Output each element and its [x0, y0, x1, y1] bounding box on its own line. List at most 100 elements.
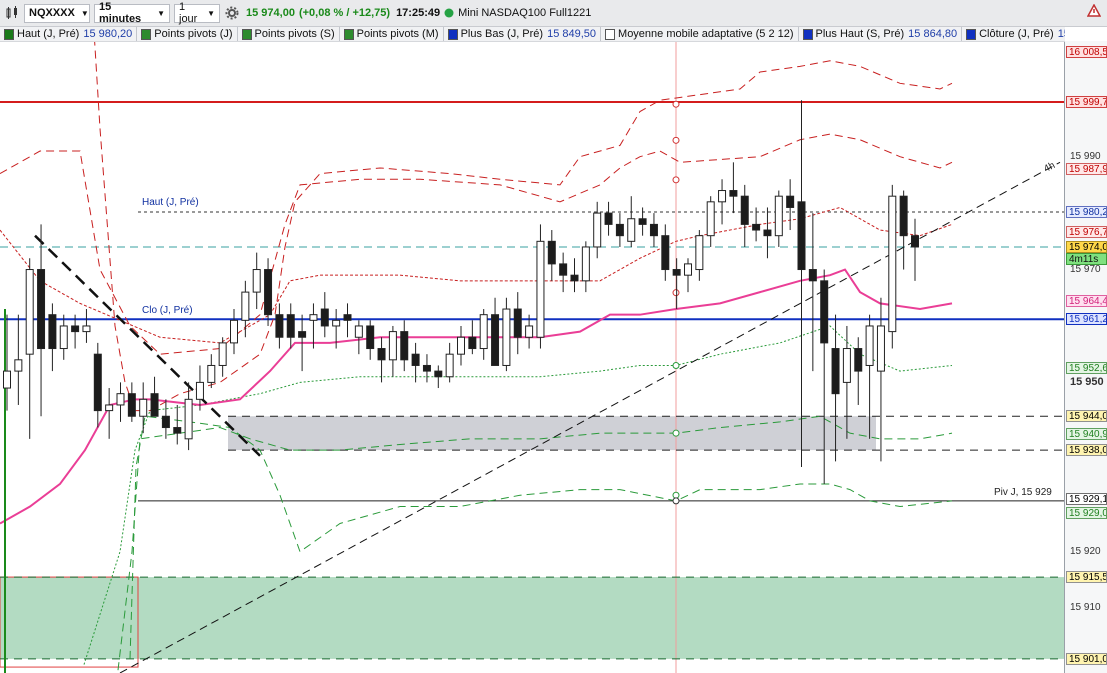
support-zone-gray	[228, 416, 876, 451]
legend-value: 15 980,20	[83, 28, 133, 40]
candle-body	[593, 212, 602, 248]
symbol-label: NQXXXX	[29, 7, 75, 19]
period-selector[interactable]: 1 jour ▼	[174, 1, 220, 25]
upper-band-inner	[0, 133, 953, 355]
candle-body	[513, 308, 522, 338]
pivot-marker	[672, 429, 680, 437]
candle-body	[842, 348, 851, 383]
candle-body	[354, 325, 363, 338]
price-marker-label: 15 938,0	[1066, 444, 1107, 457]
candle-body	[320, 308, 329, 327]
candle-body	[570, 274, 579, 282]
pivot-marker	[672, 100, 680, 108]
legend-swatch-icon	[343, 28, 354, 40]
candle-body	[854, 348, 863, 372]
chart-toolbar: NQXXXX ▼ 15 minutes ▼ 1 jour ▼ 15 974,00 (+…	[0, 0, 1107, 27]
candle-body	[649, 223, 658, 237]
price-chart[interactable]	[0, 0, 1107, 673]
price-marker-label: 15 929,0	[1066, 506, 1107, 519]
legend-label: Points pivots (M)	[356, 28, 439, 40]
interval-label: 15 minutes	[99, 1, 142, 25]
candle-body	[37, 269, 46, 350]
legend-item[interactable]: Points pivots (J)	[137, 27, 238, 41]
legend-item[interactable]: Points pivots (S)	[238, 27, 340, 41]
legend-item[interactable]: Haut (J, Pré) 15 980,20	[0, 27, 138, 41]
alert-icon[interactable]	[1086, 3, 1102, 21]
candle-body	[445, 353, 454, 378]
candle-body	[479, 314, 488, 350]
price-marker-label: 15 961,2	[1066, 313, 1107, 326]
symbol-selector[interactable]: NQXXXX ▼	[24, 3, 90, 23]
candle-body	[14, 359, 23, 372]
candle-body	[911, 235, 919, 248]
candle-body	[808, 269, 817, 282]
candle-body	[706, 201, 715, 237]
legend-item[interactable]: Moyenne mobile adaptative (5 2 12)	[601, 27, 799, 41]
candle-body	[93, 353, 102, 412]
interval-selector[interactable]: 15 minutes ▼	[94, 1, 170, 25]
legend-item[interactable]: Clôture (J, Pré)15 961,2	[962, 27, 1065, 41]
legend-label: Points pivots (J)	[154, 28, 233, 40]
price-tick-label: 15 920	[1070, 545, 1101, 557]
candle-body	[59, 325, 68, 350]
candle-body	[207, 364, 216, 383]
candle-body	[230, 319, 238, 344]
status-dot-icon	[444, 4, 454, 22]
price-marker-label: 15 915,5	[1066, 571, 1107, 584]
candle-body	[82, 325, 91, 333]
bar-countdown: 4m11s	[1066, 252, 1107, 265]
legend-swatch-icon	[4, 28, 14, 40]
candle-body	[127, 393, 136, 417]
legend-item[interactable]: Plus Bas (J, Pré) 15 849,50	[444, 27, 602, 41]
price-marker-label: 15 944,0	[1066, 410, 1107, 423]
candle-body	[559, 263, 568, 276]
legend-swatch-icon	[802, 28, 813, 40]
period-label: 1 jour	[179, 1, 198, 25]
price-marker-label: 15 976,7	[1066, 225, 1107, 238]
instrument-name: Mini NASDAQ100 Full1221	[458, 7, 592, 19]
candle-body	[502, 308, 511, 366]
price-tick-label: 15 990	[1070, 150, 1101, 162]
candle-body	[661, 235, 670, 271]
chart-type-icon[interactable]	[4, 4, 20, 22]
candle-body	[786, 195, 795, 208]
candle-body	[298, 331, 307, 338]
legend-label: Haut (J, Pré)	[17, 28, 80, 40]
candle-body	[729, 190, 738, 197]
pivot-marker	[672, 497, 680, 505]
candle-body	[105, 404, 114, 412]
price-marker-label: 15 901,0	[1066, 652, 1107, 665]
price-marker-label: 15 940,9	[1066, 427, 1107, 440]
last-price: 15 974,00	[246, 7, 295, 19]
candle-body	[638, 218, 647, 225]
prev-high-label: Haut (J, Pré)	[142, 196, 199, 208]
candle-body	[309, 314, 318, 321]
candle-body	[3, 370, 11, 389]
candle-body	[218, 342, 227, 366]
candle-body	[627, 218, 636, 242]
legend-item[interactable]: Points pivots (M)	[340, 27, 444, 41]
price-tick-label: 15 970	[1070, 263, 1101, 275]
candle-body	[831, 348, 840, 395]
pivot-marker	[672, 289, 680, 297]
candle-body	[615, 223, 624, 237]
pivot-label: Piv J, 15 929	[994, 486, 1052, 498]
legend-swatch-icon	[447, 28, 458, 40]
candle-body	[797, 201, 806, 271]
candle-body	[865, 325, 874, 366]
legend-swatch-icon	[141, 28, 152, 40]
candle-body	[48, 314, 57, 350]
chevron-down-icon: ▼	[207, 8, 215, 18]
price-marker-label: 15 999,7	[1066, 95, 1107, 108]
price-marker-label: 15 987,9	[1066, 162, 1107, 175]
pivot-marker	[672, 491, 680, 499]
candle-body	[150, 393, 159, 417]
candle-body	[184, 398, 193, 440]
candle-body	[139, 398, 148, 417]
candle-body	[888, 195, 897, 333]
settings-icon[interactable]	[224, 4, 240, 22]
candle-body	[457, 336, 465, 355]
candle-body	[899, 195, 908, 237]
legend-item[interactable]: Plus Haut (S, Pré) 15 864,80	[799, 27, 963, 41]
candle-body	[366, 325, 375, 350]
